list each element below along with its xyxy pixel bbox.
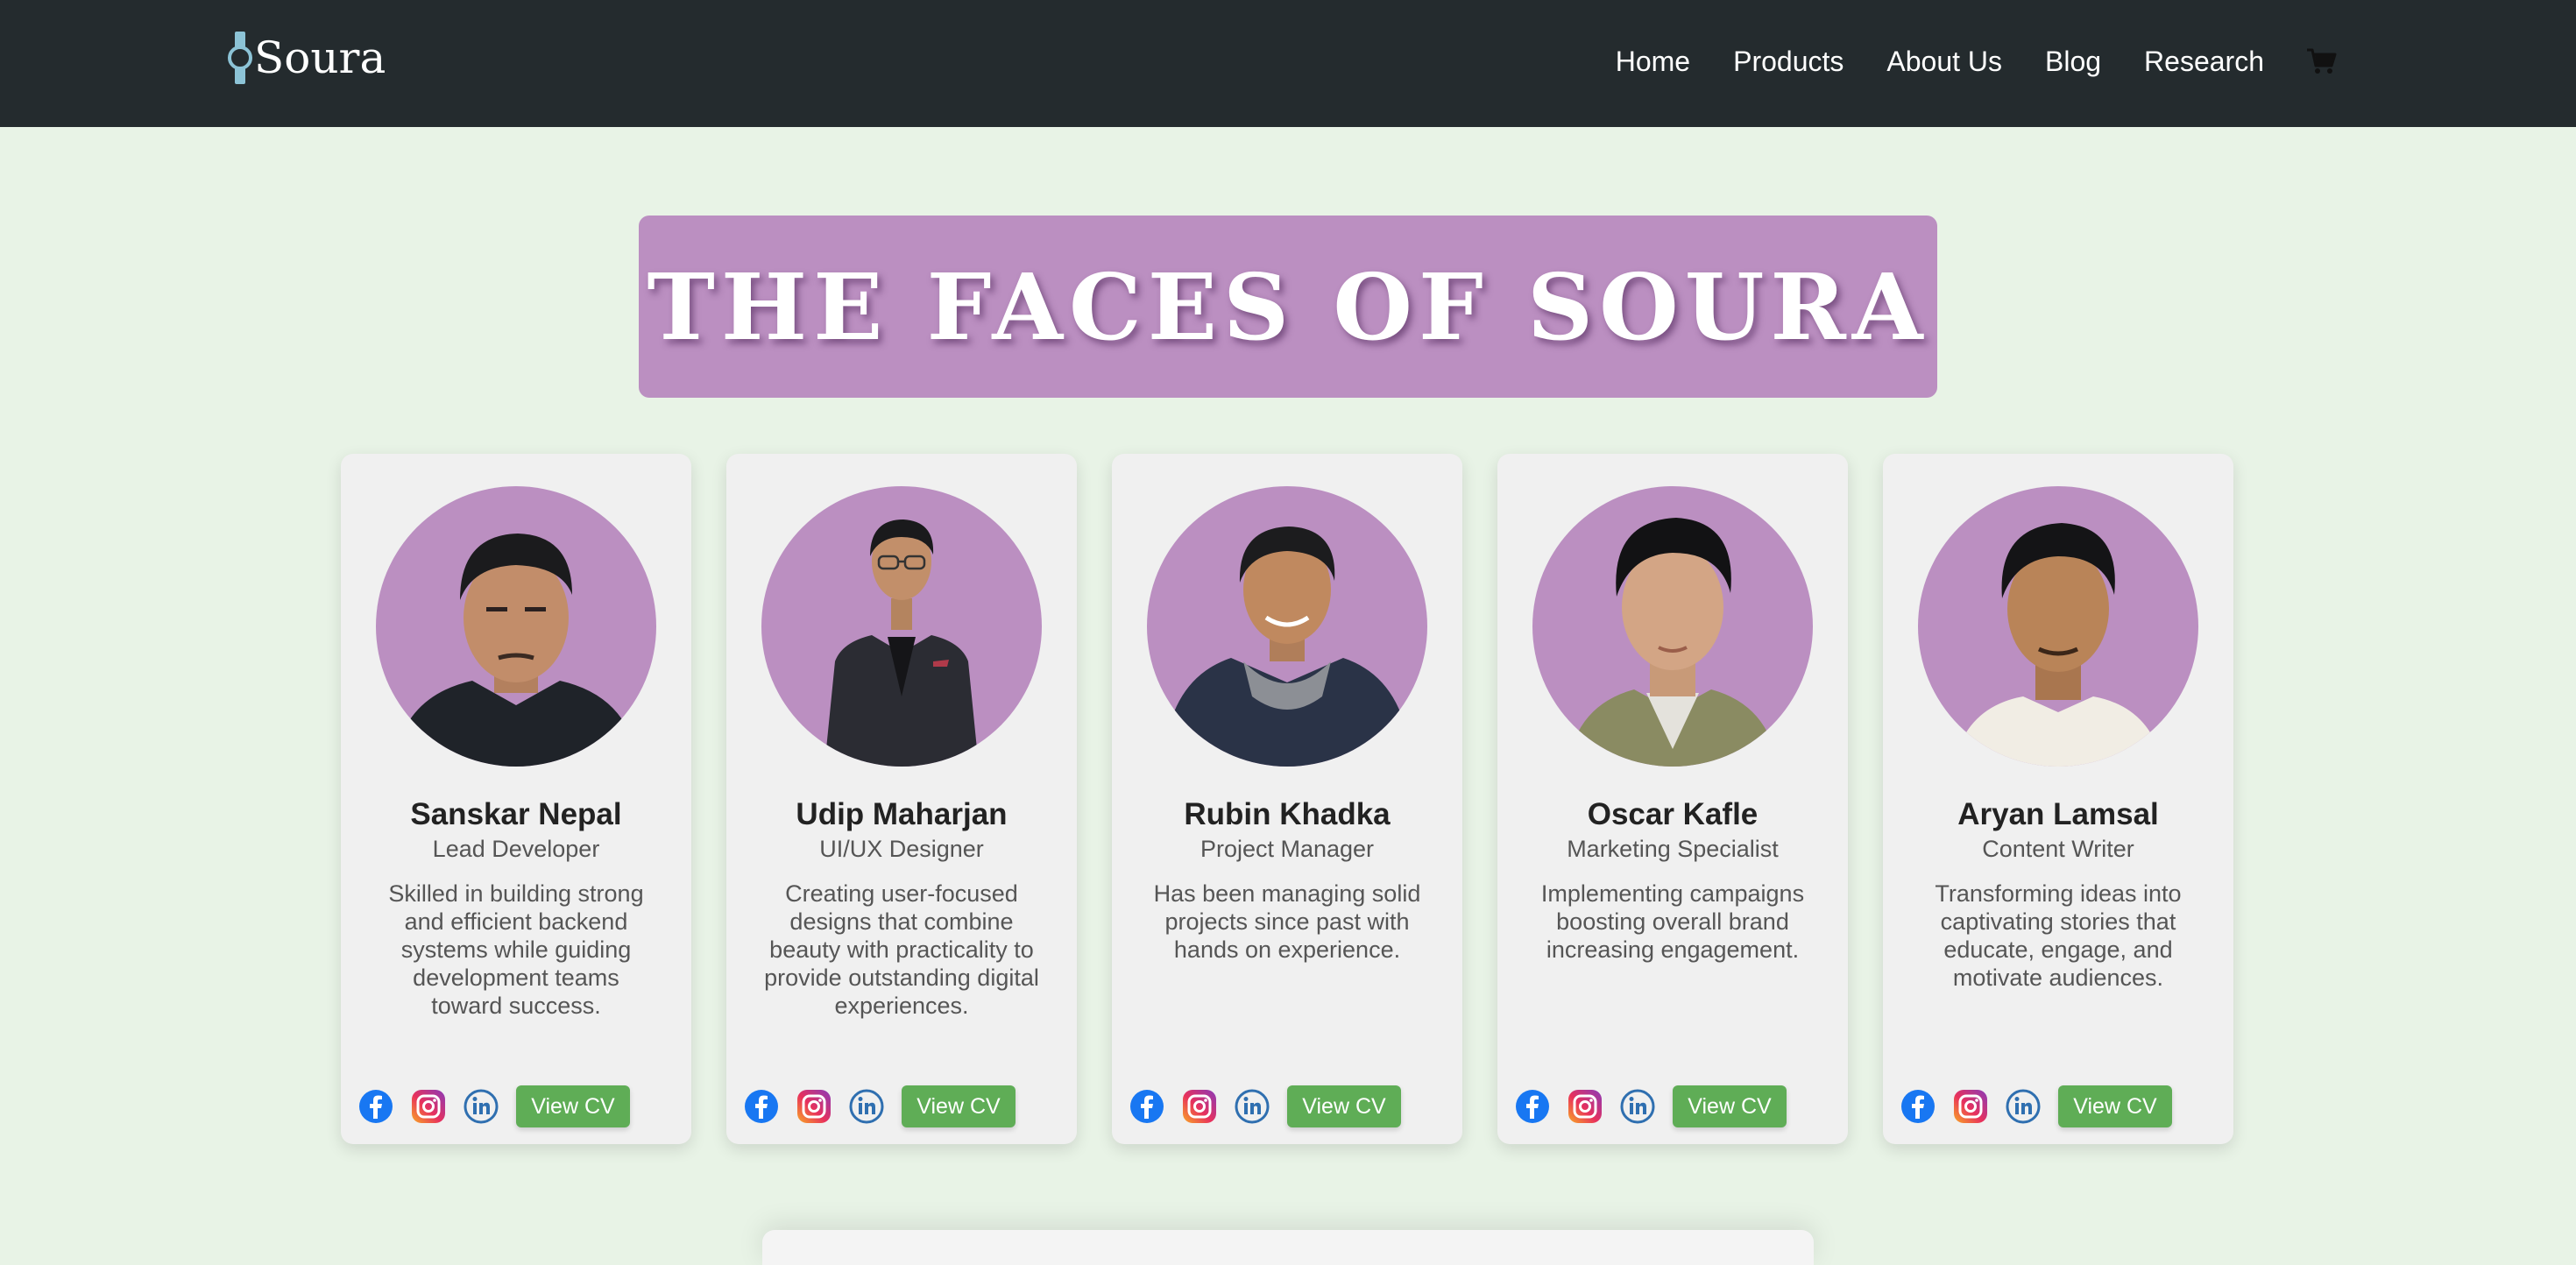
view-cv-button[interactable]: View CV bbox=[2058, 1085, 2172, 1127]
brand-name: Soura bbox=[254, 32, 386, 83]
member-name: Aryan Lamsal bbox=[1957, 797, 2159, 831]
cart-icon[interactable] bbox=[2306, 47, 2338, 75]
instagram-icon[interactable] bbox=[411, 1089, 446, 1124]
facebook-icon[interactable] bbox=[1900, 1089, 1936, 1124]
member-role: Content Writer bbox=[1982, 836, 2134, 862]
watch-icon bbox=[228, 32, 252, 84]
member-bio: Transforming ideas into captivating stor… bbox=[1935, 880, 2182, 991]
member-name: Udip Maharjan bbox=[796, 797, 1008, 831]
nav-home-link[interactable]: Home bbox=[1616, 46, 1690, 78]
navbar: Soura Home Products About Us Blog Resear… bbox=[0, 0, 2576, 127]
view-cv-button[interactable]: View CV bbox=[516, 1085, 630, 1127]
nav-about-link[interactable]: About Us bbox=[1886, 46, 2002, 78]
team-card: Rubin Khadka Project Manager Has been ma… bbox=[1112, 454, 1462, 1144]
brand-logo[interactable]: Soura bbox=[228, 30, 386, 86]
member-name: Rubin Khadka bbox=[1184, 797, 1391, 831]
card-footer: View CV bbox=[1515, 1085, 1787, 1128]
nav-blog-link[interactable]: Blog bbox=[2045, 46, 2101, 78]
card-footer: View CV bbox=[1900, 1085, 2172, 1128]
team-card: Oscar Kafle Marketing Specialist Impleme… bbox=[1497, 454, 1848, 1144]
page-title: THE FACES OF SOURA bbox=[647, 252, 1929, 361]
next-section-panel bbox=[762, 1230, 1814, 1265]
linkedin-icon[interactable] bbox=[2006, 1089, 2041, 1124]
member-bio: Implementing campaigns boosting overall … bbox=[1540, 880, 1805, 963]
member-bio: Creating user-focused designs that combi… bbox=[764, 880, 1039, 1019]
avatar bbox=[376, 486, 656, 767]
team-card: Aryan Lamsal Content Writer Transforming… bbox=[1883, 454, 2233, 1144]
facebook-icon[interactable] bbox=[1129, 1089, 1164, 1124]
linkedin-icon[interactable] bbox=[1620, 1089, 1655, 1124]
member-name: Sanskar Nepal bbox=[410, 797, 622, 831]
nav-menu: Home Products About Us Blog Research bbox=[1573, 35, 2338, 88]
title-banner: THE FACES OF SOURA bbox=[639, 216, 1937, 398]
member-bio: Has been managing solid projects since p… bbox=[1153, 880, 1421, 963]
facebook-icon[interactable] bbox=[358, 1089, 393, 1124]
avatar bbox=[1147, 486, 1427, 767]
nav-research-link[interactable]: Research bbox=[2144, 46, 2264, 78]
view-cv-button[interactable]: View CV bbox=[902, 1085, 1016, 1127]
team-card: Sanskar Nepal Lead Developer Skilled in … bbox=[341, 454, 691, 1144]
member-role: UI/UX Designer bbox=[819, 836, 984, 862]
nav-products-link[interactable]: Products bbox=[1733, 46, 1844, 78]
instagram-icon[interactable] bbox=[1182, 1089, 1217, 1124]
view-cv-button[interactable]: View CV bbox=[1673, 1085, 1787, 1127]
member-name: Oscar Kafle bbox=[1587, 797, 1759, 831]
member-role: Project Manager bbox=[1200, 836, 1375, 862]
member-bio: Skilled in building strong and efficient… bbox=[388, 880, 644, 1019]
team-card: Udip Maharjan UI/UX Designer Creating us… bbox=[726, 454, 1077, 1144]
facebook-icon[interactable] bbox=[744, 1089, 779, 1124]
linkedin-icon[interactable] bbox=[1235, 1089, 1270, 1124]
linkedin-icon[interactable] bbox=[464, 1089, 499, 1124]
avatar bbox=[761, 486, 1042, 767]
team-cards: Sanskar Nepal Lead Developer Skilled in … bbox=[341, 454, 2235, 1144]
avatar bbox=[1532, 486, 1813, 767]
member-role: Marketing Specialist bbox=[1567, 836, 1779, 862]
card-footer: View CV bbox=[1129, 1085, 1401, 1128]
view-cv-button[interactable]: View CV bbox=[1287, 1085, 1401, 1127]
instagram-icon[interactable] bbox=[1953, 1089, 1988, 1124]
facebook-icon[interactable] bbox=[1515, 1089, 1550, 1124]
instagram-icon[interactable] bbox=[796, 1089, 832, 1124]
member-role: Lead Developer bbox=[432, 836, 600, 862]
card-footer: View CV bbox=[744, 1085, 1016, 1128]
instagram-icon[interactable] bbox=[1568, 1089, 1603, 1124]
linkedin-icon[interactable] bbox=[849, 1089, 884, 1124]
card-footer: View CV bbox=[358, 1085, 630, 1128]
avatar bbox=[1918, 486, 2198, 767]
